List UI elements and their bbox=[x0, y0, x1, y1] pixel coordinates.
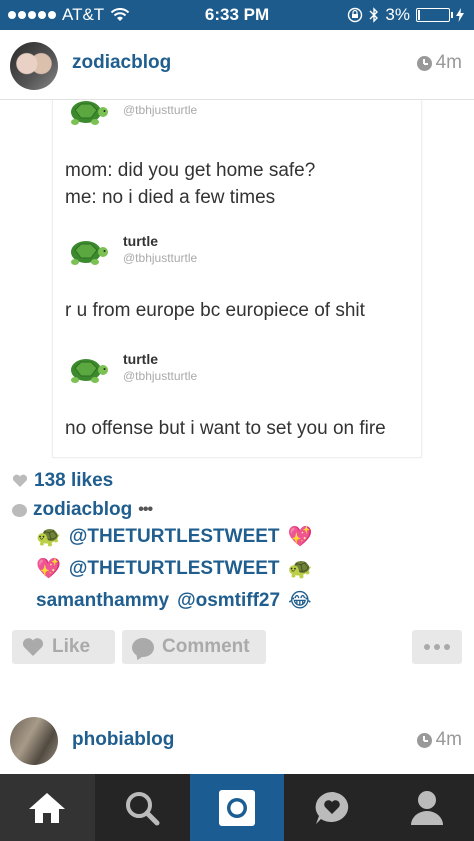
tweet-text: mom: did you get home safe? me: no i die… bbox=[65, 160, 316, 208]
more-options-button[interactable] bbox=[412, 630, 462, 664]
tab-home[interactable] bbox=[0, 774, 95, 841]
turtle-emoji-icon: 🐢 bbox=[36, 526, 61, 548]
sparkling-heart-emoji-icon: 💖 bbox=[36, 558, 61, 580]
post-time-ago: 4m bbox=[435, 729, 462, 750]
rotation-lock-icon bbox=[348, 7, 363, 23]
post-header: zodiacblog 4m bbox=[0, 30, 474, 100]
turtle-avatar-icon bbox=[71, 241, 108, 265]
clock-icon bbox=[416, 55, 432, 71]
comment-label: Comment bbox=[162, 636, 250, 657]
comment-bubble-icon bbox=[132, 637, 154, 657]
likes-count[interactable]: 138 likes bbox=[34, 470, 113, 492]
battery-icon bbox=[416, 8, 453, 22]
battery-percent: 3% bbox=[385, 5, 410, 24]
tab-activity[interactable] bbox=[284, 774, 380, 841]
search-icon bbox=[126, 791, 160, 825]
post-username[interactable]: phobiablog bbox=[72, 729, 174, 751]
tweet-header: turtle @tbhjustturtle bbox=[65, 231, 365, 275]
tweet-author-name: turtle bbox=[123, 233, 158, 249]
comment-button[interactable]: Comment bbox=[122, 630, 266, 664]
like-button[interactable]: Like bbox=[12, 630, 115, 664]
post-timestamp: 4m bbox=[416, 729, 462, 751]
turtle-avatar-icon bbox=[71, 359, 108, 383]
heart-icon bbox=[22, 638, 44, 656]
caption-line: 💖 @THETURTLESTWEET 🐢 bbox=[36, 558, 312, 580]
post-timestamp: 4m bbox=[416, 52, 462, 74]
clock-icon bbox=[416, 732, 432, 748]
post-photo[interactable]: turtle @tbhjustturtle mom: did you get h… bbox=[0, 100, 474, 460]
bluetooth-icon bbox=[369, 7, 379, 23]
caption-line: 🐢 @THETURTLESTWEET 💖 bbox=[36, 526, 312, 548]
status-right: 3% bbox=[347, 5, 464, 25]
next-post-header: phobiablog 4m bbox=[0, 705, 474, 775]
tweet-text: no offense but i want to set you on fire bbox=[65, 418, 386, 439]
likes-row[interactable]: 138 likes bbox=[12, 470, 113, 492]
avatar[interactable] bbox=[10, 42, 58, 90]
camera-icon bbox=[218, 789, 255, 826]
tweet-author-handle: @tbhjustturtle bbox=[123, 103, 198, 117]
ellipsis-icon bbox=[424, 644, 450, 650]
tab-bar bbox=[0, 774, 474, 841]
tab-camera[interactable] bbox=[189, 774, 285, 841]
profile-icon bbox=[410, 790, 443, 825]
tweet-header: turtle @tbhjustturtle bbox=[65, 100, 365, 135]
tweet-text: r u from europe bc europiece of shit bbox=[65, 300, 365, 321]
tweet-author-handle: @tbhjustturtle bbox=[123, 251, 198, 265]
more-options-icon[interactable]: ••• bbox=[138, 501, 153, 519]
avatar[interactable] bbox=[10, 717, 58, 765]
activity-heart-icon bbox=[315, 791, 348, 824]
tweet-author-name: turtle bbox=[123, 351, 158, 367]
tab-profile[interactable] bbox=[379, 774, 474, 841]
tweet-author-handle: @tbhjustturtle bbox=[123, 369, 198, 383]
like-label: Like bbox=[52, 636, 91, 657]
comment-bubble-icon bbox=[12, 503, 27, 517]
post-time-ago: 4m bbox=[435, 52, 462, 73]
comment-username[interactable]: samanthammy bbox=[36, 590, 169, 612]
comment-mention[interactable]: @osmtiff27 bbox=[177, 590, 280, 612]
tweet-card: turtle @tbhjustturtle mom: did you get h… bbox=[52, 100, 422, 458]
comment-line: samanthammy @osmtiff27 😂 bbox=[36, 590, 311, 612]
turtle-avatar-icon bbox=[71, 101, 108, 125]
turtle-emoji-icon: 🐢 bbox=[287, 558, 313, 580]
laughing-tears-emoji-icon: 😂 bbox=[288, 590, 312, 612]
status-bar: AT&T 6:33 PM 3% bbox=[0, 0, 474, 30]
caption-mention[interactable]: @THETURTLESTWEET bbox=[69, 526, 280, 548]
caption-row: zodiacblog ••• bbox=[12, 499, 153, 521]
post-username[interactable]: zodiacblog bbox=[72, 52, 171, 74]
caption-mention[interactable]: @THETURTLESTWEET bbox=[69, 558, 280, 580]
home-icon bbox=[29, 792, 66, 823]
tab-explore[interactable] bbox=[94, 774, 190, 841]
sparkling-heart-emoji-icon: 💖 bbox=[287, 526, 313, 548]
tweet-header: turtle @tbhjustturtle bbox=[65, 349, 365, 393]
charging-bolt-icon bbox=[456, 8, 464, 22]
heart-icon bbox=[12, 474, 28, 487]
caption-username[interactable]: zodiacblog bbox=[33, 499, 132, 521]
